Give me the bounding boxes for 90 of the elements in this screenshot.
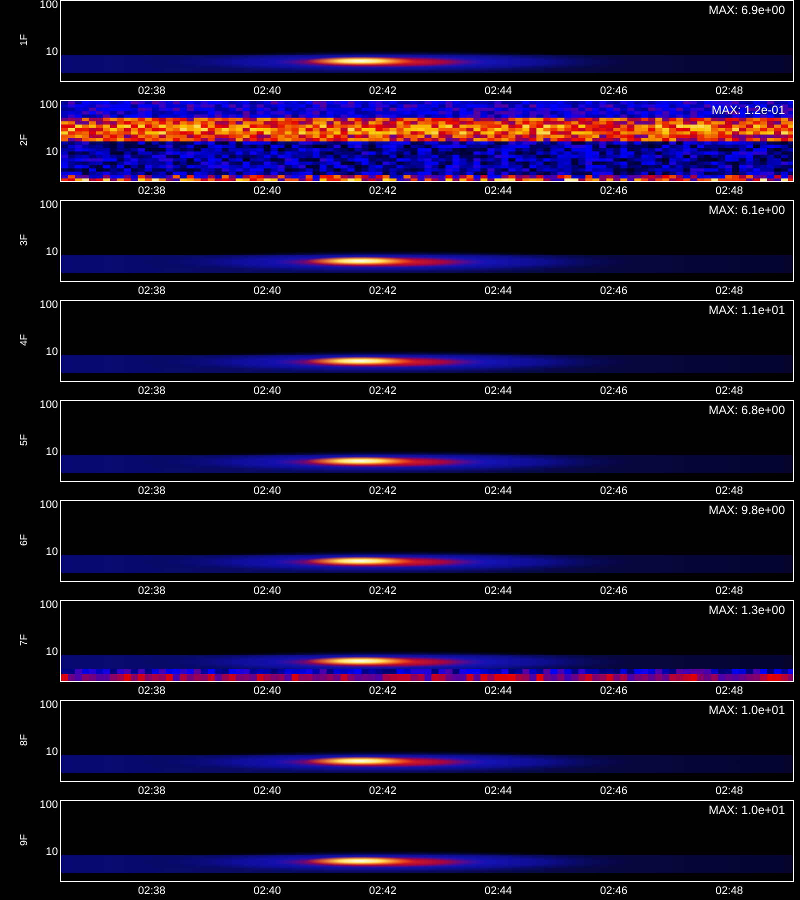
x-tick-label: 02:44	[483, 385, 514, 397]
y-tick-label: 100	[40, 100, 58, 111]
x-tick-label: 02:42	[368, 585, 398, 597]
x-tick-label: 02:48	[714, 185, 744, 197]
x-tick-label: 02:42	[368, 85, 398, 97]
x-tick-label: 02:42	[368, 885, 398, 897]
x-tick-label: 02:40	[252, 785, 282, 797]
x-tick-label: 02:44	[483, 285, 514, 297]
y-tick-label: 100	[40, 500, 58, 511]
x-tick-label: 02:40	[252, 185, 282, 197]
x-tick-label: 02:46	[598, 685, 629, 697]
x-tick-label: 02:38	[136, 785, 167, 797]
y-tick-label: 10	[46, 847, 58, 858]
x-tick-label: 02:40	[252, 885, 282, 897]
max-value-label: MAX: 1.3e+00	[708, 603, 785, 617]
max-value-label: MAX: 1.0e+01	[708, 803, 785, 817]
y-tick-label: 10	[46, 147, 58, 158]
x-tick-label: 02:38	[136, 385, 167, 397]
y-tick-label: 100	[40, 800, 58, 811]
panel-label: 9F	[19, 833, 31, 848]
x-tick-label: 02:46	[598, 285, 629, 297]
x-tick-label: 02:44	[483, 485, 514, 497]
y-tick-label: 100	[40, 300, 58, 311]
x-tick-label: 02:46	[598, 85, 629, 97]
y-tick-label: 10	[46, 447, 58, 458]
x-tick-label: 02:38	[136, 685, 167, 697]
x-tick-label: 02:42	[368, 485, 398, 497]
y-tick-label: 100	[40, 0, 58, 11]
panel-label: 4F	[19, 333, 31, 348]
max-value-label: MAX: 9.8e+00	[708, 503, 785, 517]
y-tick-label: 100	[40, 700, 58, 711]
y-tick-label: 10	[46, 547, 58, 558]
max-value-label: MAX: 6.8e+00	[708, 403, 785, 417]
x-tick-label: 02:48	[714, 485, 744, 497]
x-tick-label: 02:48	[714, 385, 744, 397]
x-tick-label: 02:44	[483, 685, 514, 697]
max-value-label: MAX: 1.2e-01	[712, 103, 785, 117]
y-tick-label: 10	[46, 47, 58, 58]
panel-label: 6F	[19, 533, 31, 548]
max-value-label: MAX: 6.9e+00	[708, 3, 785, 17]
y-tick-label: 100	[40, 600, 58, 611]
x-tick-label: 02:48	[714, 685, 744, 697]
x-tick-label: 02:48	[714, 585, 744, 597]
x-tick-label: 02:48	[714, 785, 744, 797]
max-value-label: MAX: 6.1e+00	[708, 203, 785, 217]
panel-label: 5F	[19, 433, 31, 448]
y-tick-label: 10	[46, 347, 58, 358]
x-tick-label: 02:44	[483, 885, 514, 897]
x-tick-label: 02:40	[252, 285, 282, 297]
panel-label: 3F	[19, 233, 31, 248]
panel-label: 2F	[19, 133, 31, 148]
x-tick-label: 02:42	[368, 285, 398, 297]
panel-label: 7F	[19, 633, 31, 648]
x-tick-label: 02:42	[368, 385, 398, 397]
x-tick-label: 02:44	[483, 85, 514, 97]
x-tick-label: 02:44	[483, 585, 514, 597]
x-tick-label: 02:48	[714, 885, 744, 897]
max-value-label: MAX: 1.0e+01	[708, 703, 785, 717]
panel-label: 8F	[19, 733, 31, 748]
y-tick-label: 100	[40, 200, 58, 211]
x-tick-label: 02:40	[252, 685, 282, 697]
x-tick-label: 02:42	[368, 185, 398, 197]
x-tick-label: 02:40	[252, 485, 282, 497]
x-tick-label: 02:42	[368, 785, 398, 797]
x-tick-label: 02:38	[136, 885, 167, 897]
x-tick-label: 02:46	[598, 385, 629, 397]
x-tick-label: 02:40	[252, 385, 282, 397]
x-tick-label: 02:40	[252, 85, 282, 97]
x-tick-label: 02:44	[483, 185, 514, 197]
x-tick-label: 02:38	[136, 585, 167, 597]
x-tick-label: 02:46	[598, 785, 629, 797]
y-tick-label: 10	[46, 647, 58, 658]
x-tick-label: 02:46	[598, 485, 629, 497]
x-tick-label: 02:42	[368, 685, 398, 697]
x-tick-label: 02:38	[136, 185, 167, 197]
x-tick-label: 02:38	[136, 285, 167, 297]
y-tick-label: 10	[46, 747, 58, 758]
x-tick-label: 02:48	[714, 85, 744, 97]
panel-label: 1F	[19, 33, 31, 48]
y-tick-label: 100	[40, 400, 58, 411]
max-value-label: MAX: 1.1e+01	[708, 303, 785, 317]
x-tick-label: 02:46	[598, 585, 629, 597]
x-tick-label: 02:48	[714, 285, 744, 297]
x-tick-label: 02:46	[598, 885, 629, 897]
y-tick-label: 10	[46, 247, 58, 258]
x-tick-label: 02:44	[483, 785, 514, 797]
x-tick-label: 02:38	[136, 85, 167, 97]
x-tick-label: 02:46	[598, 185, 629, 197]
x-tick-label: 02:38	[136, 485, 167, 497]
x-tick-label: 02:40	[252, 585, 282, 597]
